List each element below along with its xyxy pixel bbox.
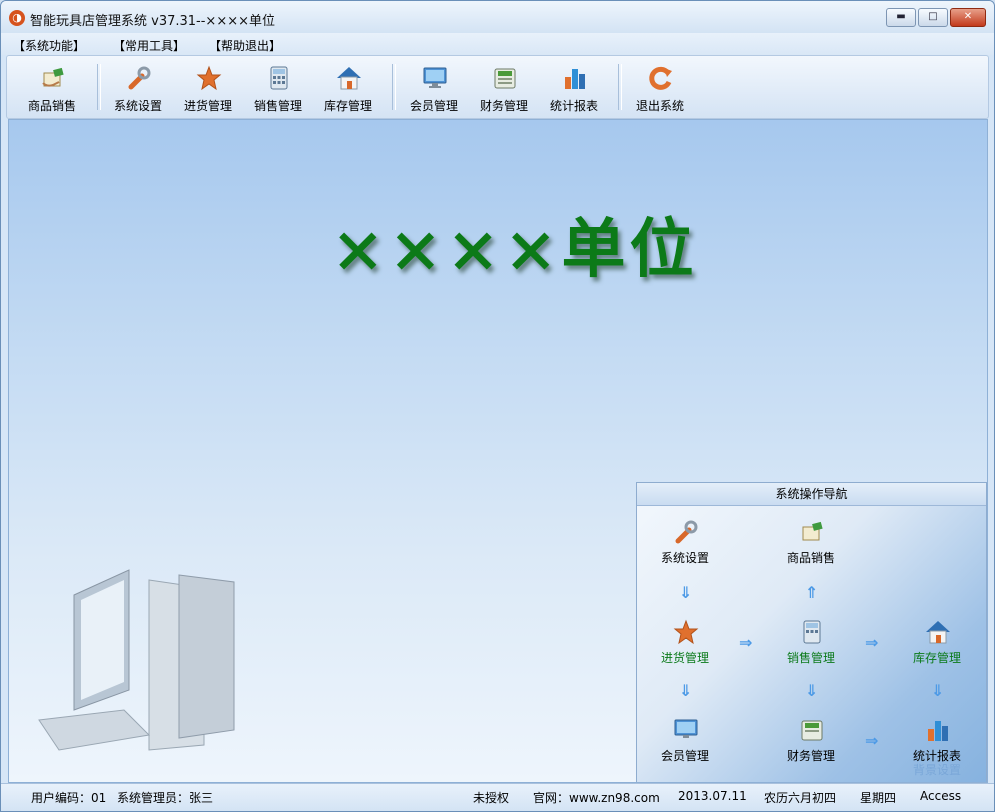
- arrow-down-icon: ⇓: [679, 583, 693, 602]
- arrow-right-icon: ⇒: [865, 731, 879, 750]
- cash-register-icon: [801, 720, 823, 741]
- bar-chart-icon: [565, 69, 585, 89]
- house-icon: [337, 67, 361, 90]
- calculator-icon: [803, 620, 821, 644]
- toolbar-separator: [618, 64, 622, 110]
- toolbar-label: 进货管理: [183, 99, 232, 113]
- toolbar-label: 会员管理: [409, 99, 458, 113]
- status-user-code: 用户编码：01: [31, 791, 107, 805]
- unit-title: ××××单位: [331, 212, 698, 287]
- toolbar-separator: [392, 64, 396, 110]
- menu-bar: 【系统功能】 【常用工具】 【帮助退出】: [1, 33, 994, 55]
- nav-label: 销售管理: [786, 651, 835, 665]
- toolbar-label: 商品销售: [27, 99, 76, 113]
- toolbar-exit-button[interactable]: 退出系统: [628, 62, 692, 114]
- hand-bill-icon: [802, 521, 823, 541]
- status-bar: 用户编码：01 系统管理员：张三 未授权 官网：www.zn98.com 201…: [1, 783, 994, 811]
- minimize-button[interactable]: ▬: [886, 8, 916, 27]
- house-icon: [926, 621, 950, 644]
- window-title: 智能玩具店管理系统 v37.31--××××单位: [30, 14, 275, 29]
- main-workspace: ××××单位 系统操作导航 系统设置 商品销售 ⇓ ⇑ 进货管理 ⇒ 销售管理 …: [8, 119, 988, 783]
- toolbar-purchase-button[interactable]: 进货管理: [176, 62, 240, 114]
- toolbar-product-sales-button[interactable]: 商品销售: [20, 62, 84, 114]
- toolbar-label: 系统设置: [113, 99, 162, 113]
- toolbar-label: 统计报表: [549, 99, 598, 113]
- toolbar-reports-button[interactable]: 统计报表: [542, 62, 606, 114]
- status-website[interactable]: 官网：www.zn98.com: [533, 789, 660, 806]
- toolbar-label: 销售管理: [253, 99, 302, 113]
- app-logo-icon: ◑: [9, 10, 25, 26]
- arrow-up-icon: ⇑: [805, 583, 819, 602]
- nav-label: 商品销售: [786, 551, 835, 565]
- hand-bill-icon: [42, 67, 64, 87]
- monitor-icon: [423, 67, 447, 88]
- window-controls: ▬ □ ✕: [886, 8, 986, 27]
- wrench-icon: [128, 66, 151, 90]
- toolbar-label: 库存管理: [323, 99, 372, 113]
- computer-illustration-icon: [38, 569, 235, 751]
- wrench-icon: [675, 520, 698, 544]
- star-icon: [673, 619, 699, 645]
- nav-label: 会员管理: [660, 749, 709, 763]
- monitor-icon: [674, 719, 698, 738]
- status-date: 2013.07.11: [678, 789, 747, 803]
- arrow-down-icon: ⇓: [931, 681, 945, 700]
- status-license: 未授权: [473, 791, 510, 805]
- restore-button[interactable]: □: [918, 8, 948, 27]
- arrow-right-icon: ⇒: [739, 633, 753, 652]
- background-setting-link[interactable]: 背景设置: [913, 761, 961, 778]
- cash-register-icon: [494, 68, 516, 89]
- status-lunar-date: 农历六月初四: [764, 791, 837, 805]
- calculator-icon: [270, 66, 288, 90]
- toolbar-system-settings-button[interactable]: 系统设置: [106, 62, 170, 114]
- toolbar-inventory-button[interactable]: 库存管理: [316, 62, 380, 114]
- toolbar-label: 财务管理: [479, 99, 528, 113]
- close-button[interactable]: ✕: [950, 8, 986, 27]
- toolbar-sales-button[interactable]: 销售管理: [246, 62, 310, 114]
- menu-help-exit[interactable]: 【帮助退出】: [209, 37, 281, 54]
- toolbar-member-button[interactable]: 会员管理: [402, 62, 466, 114]
- toolbar-separator: [97, 64, 101, 110]
- nav-label: 系统设置: [660, 551, 709, 565]
- menu-system-functions[interactable]: 【系统功能】: [13, 37, 85, 54]
- arrow-down-icon: ⇓: [805, 681, 819, 700]
- toolbar: 商品销售 系统设置 进货管理 销售管理 库存管理 会员管理 财务管理 统计报表 …: [6, 55, 989, 119]
- exit-arrow-icon: [649, 66, 672, 90]
- title-bar[interactable]: ◑ 智能玩具店管理系统 v37.31--××××单位 ▬ □ ✕: [1, 1, 994, 33]
- toolbar-finance-button[interactable]: 财务管理: [472, 62, 536, 114]
- arrow-down-icon: ⇓: [679, 681, 693, 700]
- status-database: Access: [920, 789, 962, 803]
- star-icon: [196, 65, 222, 91]
- nav-panel-title: 系统操作导航: [637, 483, 986, 506]
- nav-label: 财务管理: [786, 749, 835, 763]
- menu-common-tools[interactable]: 【常用工具】: [113, 37, 185, 54]
- toolbar-label: 退出系统: [635, 99, 684, 113]
- nav-label: 进货管理: [660, 651, 709, 665]
- status-admin: 系统管理员：张三: [117, 791, 214, 805]
- app-window: ◑ 智能玩具店管理系统 v37.31--××××单位 ▬ □ ✕ 【系统功能】 …: [0, 0, 995, 812]
- status-weekday: 星期四: [860, 791, 897, 805]
- arrow-right-icon: ⇒: [865, 633, 879, 652]
- bar-chart-icon: [928, 721, 948, 741]
- nav-label: 库存管理: [912, 651, 961, 665]
- operation-nav-panel: 系统操作导航 系统设置 商品销售 ⇓ ⇑ 进货管理 ⇒ 销售管理 ⇒ 库存管理 …: [636, 482, 987, 782]
